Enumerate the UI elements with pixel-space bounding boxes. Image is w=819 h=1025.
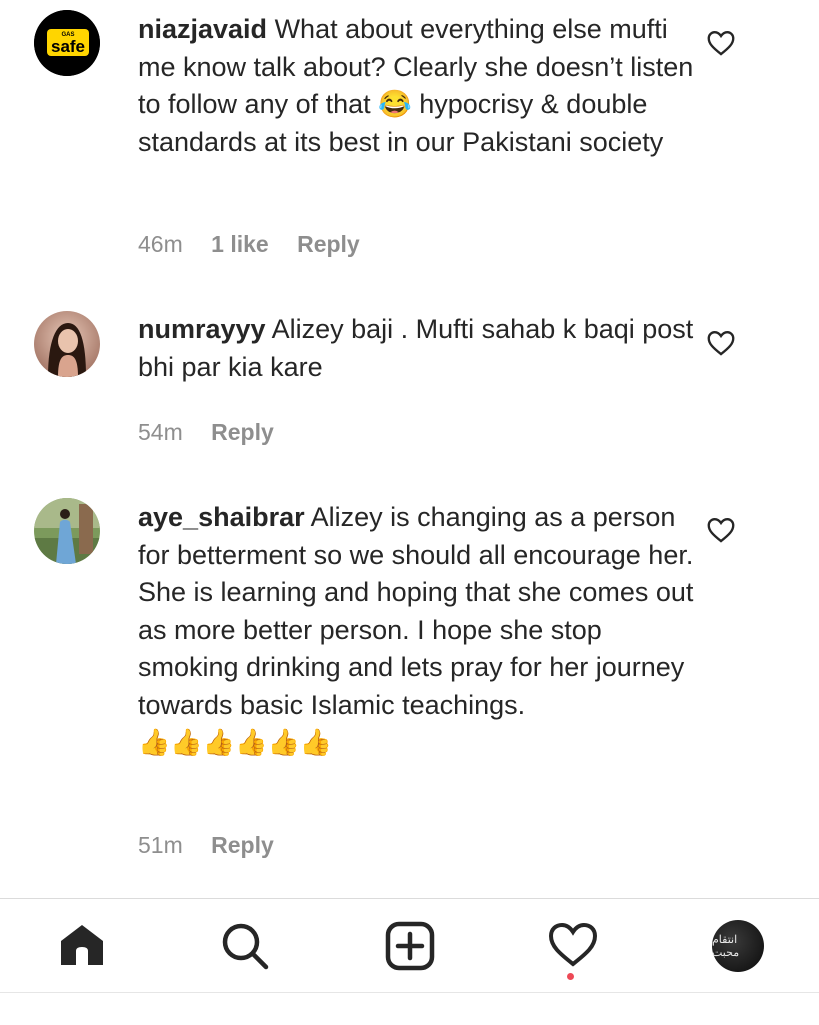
comment-text: niazjavaid What about everything else mu… <box>138 11 698 161</box>
user-photo <box>34 311 100 377</box>
profile-avatar[interactable]: انتقام محبت <box>712 920 764 972</box>
profile-avatar-text: انتقام محبت <box>712 933 740 959</box>
comment-time: 54m <box>138 419 183 445</box>
reply-button[interactable]: Reply <box>211 832 274 858</box>
comment-text: numrayyy Alizey baji . Mufti sahab k baq… <box>138 311 698 386</box>
likes-count[interactable]: 1 like <box>211 231 269 257</box>
comment-username[interactable]: aye_shaibrar <box>138 502 305 532</box>
like-heart-icon[interactable] <box>707 517 735 543</box>
comment-username[interactable]: numrayyy <box>138 314 266 344</box>
like-heart-icon[interactable] <box>707 330 735 356</box>
avatar[interactable]: GAS safe <box>34 10 100 76</box>
system-bar <box>0 992 819 1025</box>
comment-meta: 46m 1 like Reply <box>138 231 382 258</box>
notification-dot <box>567 973 574 980</box>
search-icon[interactable] <box>220 921 270 971</box>
user-photo <box>34 498 100 564</box>
comment-meta: 54m Reply <box>138 419 296 446</box>
avatar[interactable] <box>34 311 100 377</box>
home-icon[interactable] <box>57 921 107 971</box>
avatar[interactable] <box>34 498 100 564</box>
comment-meta: 51m Reply <box>138 832 296 859</box>
new-post-icon[interactable] <box>385 921 435 971</box>
comment-text: aye_shaibrar Alizey is changing as a per… <box>138 499 698 762</box>
comment-body: Alizey is changing as a person for bette… <box>138 502 694 720</box>
gas-safe-logo: GAS safe <box>34 10 100 76</box>
comment-username[interactable]: niazjavaid <box>138 14 267 44</box>
reply-button[interactable]: Reply <box>297 231 360 257</box>
comment-time: 51m <box>138 832 183 858</box>
svg-text:safe: safe <box>51 37 85 56</box>
reply-button[interactable]: Reply <box>211 419 274 445</box>
thumbs-up-emojis: 👍👍👍👍👍👍 <box>138 727 333 757</box>
activity-heart-icon[interactable] <box>548 921 598 971</box>
bottom-nav <box>0 898 819 993</box>
like-heart-icon[interactable] <box>707 30 735 56</box>
comment-time: 46m <box>138 231 183 257</box>
